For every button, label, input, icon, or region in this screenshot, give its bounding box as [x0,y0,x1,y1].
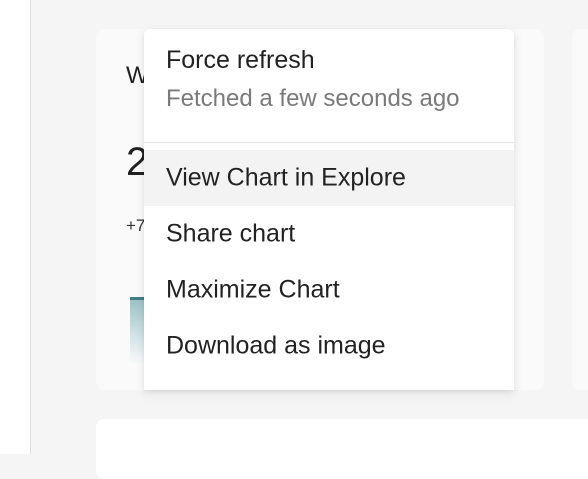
chart-actions-dropdown-menu: Force refresh Fetched a few seconds ago … [144,29,514,390]
menu-divider [144,142,514,143]
adjacent-chart-card [572,29,588,390]
menu-item-label: Share chart [166,219,296,248]
maximize-chart-menu-item[interactable]: Maximize Chart [144,262,514,318]
lower-chart-card [96,419,588,479]
menu-item-label: Download as image [166,331,386,360]
share-chart-menu-item[interactable]: Share chart [144,206,514,262]
left-sidebar-strip [0,0,31,454]
menu-item-label: View Chart in Explore [166,163,406,192]
view-chart-in-explore-menu-item[interactable]: View Chart in Explore [144,150,514,206]
menu-item-label: Maximize Chart [166,275,340,304]
force-refresh-label: Force refresh [166,46,315,74]
trendline-sparkline [130,297,144,364]
last-fetched-status: Fetched a few seconds ago [166,85,460,112]
force-refresh-menu-item[interactable]: Force refresh Fetched a few seconds ago [144,29,514,142]
big-number-delta: +7 [126,216,146,235]
download-as-image-menu-item[interactable]: Download as image [144,318,514,374]
